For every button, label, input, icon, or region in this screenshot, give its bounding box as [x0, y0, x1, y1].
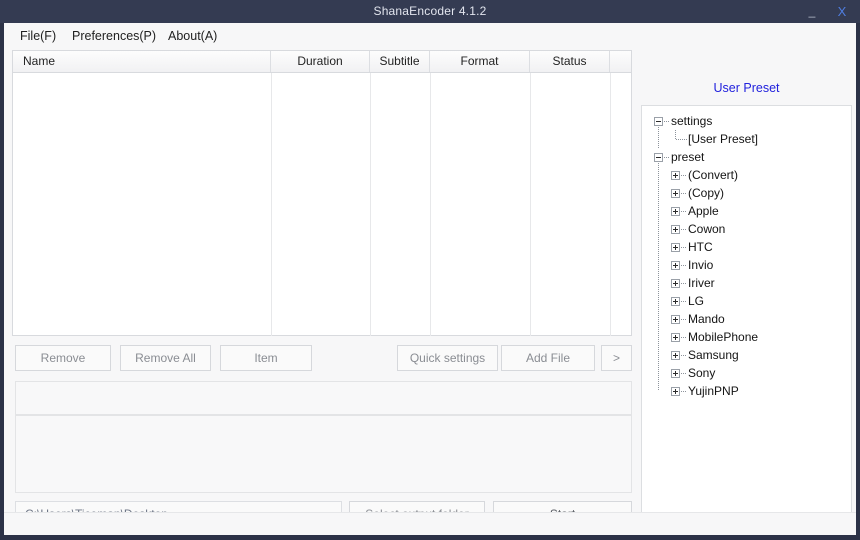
tree-connector-icon: [681, 175, 687, 176]
expand-icon-apple[interactable]: [671, 207, 680, 216]
tree-item-cowon[interactable]: Cowon: [642, 220, 851, 238]
tree-item-iriver[interactable]: Iriver: [642, 274, 851, 292]
expand-icon-samsung[interactable]: [671, 351, 680, 360]
expand-icon-mando[interactable]: [671, 315, 680, 324]
tree-connector-icon: [681, 283, 687, 284]
tree-item-user-preset[interactable]: [User Preset]: [642, 130, 851, 148]
tree-label-sony: Sony: [688, 366, 716, 380]
tree-item-mobilephone[interactable]: MobilePhone: [642, 328, 851, 346]
column-divider-subtitle: [430, 73, 431, 336]
tree-label-mando: Mando: [688, 312, 725, 326]
tree-item-apple[interactable]: Apple: [642, 202, 851, 220]
tree-label-mobilephone: MobilePhone: [688, 330, 759, 344]
tree-connector-icon: [681, 229, 687, 230]
tree-item-copy[interactable]: (Copy): [642, 184, 851, 202]
column-header-duration[interactable]: Duration: [271, 51, 370, 72]
info-panel-bottom: [15, 415, 632, 493]
tree-connector-icon: [681, 373, 687, 374]
tree-connector-icon: [681, 391, 687, 392]
tree-label-invio: Invio: [688, 258, 714, 272]
tree-item-yujinpnp[interactable]: YujinPNP: [642, 382, 851, 400]
tree-connector-icon: [681, 319, 687, 320]
tree-item-invio[interactable]: Invio: [642, 256, 851, 274]
expand-icon-lg[interactable]: [671, 297, 680, 306]
expand-icon-invio[interactable]: [671, 261, 680, 270]
tree-label-settings: settings: [671, 114, 713, 128]
tree-label-iriver: Iriver: [688, 276, 715, 290]
column-divider-status: [610, 73, 611, 336]
menu-item-file[interactable]: File(F): [16, 27, 60, 45]
user-preset-title: User Preset: [713, 81, 780, 95]
menu-item-about[interactable]: About(A): [164, 27, 221, 45]
tree-connector-icon: [681, 337, 687, 338]
tree-label-preset: preset: [671, 150, 705, 164]
file-list-header: Name Duration Subtitle Format Status: [13, 51, 631, 73]
tree-item-mando[interactable]: Mando: [642, 310, 851, 328]
minimize-button[interactable]: _: [802, 0, 822, 23]
column-header-name[interactable]: Name: [13, 51, 271, 72]
tree-connector-icon: [664, 157, 670, 158]
column-header-status[interactable]: Status: [530, 51, 610, 72]
tree-item-preset[interactable]: preset: [642, 148, 851, 166]
status-bar: [4, 512, 856, 535]
expand-icon-cowon[interactable]: [671, 225, 680, 234]
column-divider-duration: [370, 73, 371, 336]
window-title: ShanaEncoder 4.1.2: [373, 4, 487, 18]
add-file-button[interactable]: Add File: [501, 345, 595, 371]
tree-label-yujinpnp: YujinPNP: [688, 384, 739, 398]
tree-label-user-preset: [User Preset]: [688, 132, 759, 146]
more-options-button[interactable]: >: [601, 345, 632, 371]
column-divider-name: [271, 73, 272, 336]
column-header-subtitle[interactable]: Subtitle: [370, 51, 430, 72]
tree-connector-icon: [681, 247, 687, 248]
expand-icon-mobilephone[interactable]: [671, 333, 680, 342]
close-button[interactable]: X: [832, 0, 852, 23]
expand-icon-iriver[interactable]: [671, 279, 680, 288]
tree-label-lg: LG: [688, 294, 705, 308]
expand-icon-sony[interactable]: [671, 369, 680, 378]
column-header-extra[interactable]: [610, 51, 631, 72]
tree-label-cowon: Cowon: [688, 222, 726, 236]
tree-label-convert: (Convert): [688, 168, 739, 182]
collapse-icon-preset[interactable]: [654, 153, 663, 162]
collapse-icon-settings[interactable]: [654, 117, 663, 126]
file-list[interactable]: Name Duration Subtitle Format Status: [12, 50, 632, 336]
menu-bar: File(F) Preferences(P) About(A): [4, 23, 856, 47]
tree-connector-icon: [681, 211, 687, 212]
expand-icon-convert[interactable]: [671, 171, 680, 180]
expand-icon-yujinpnp[interactable]: [671, 387, 680, 396]
tree-item-samsung[interactable]: Samsung: [642, 346, 851, 364]
tree-connector-icon: [676, 139, 687, 140]
expand-icon-copy[interactable]: [671, 189, 680, 198]
tree-item-htc[interactable]: HTC: [642, 238, 851, 256]
application-window: ShanaEncoder 4.1.2 _ X File(F) Preferenc…: [0, 0, 860, 540]
tree-label-htc: HTC: [688, 240, 713, 254]
tree-connector-icon: [681, 265, 687, 266]
tree-item-sony[interactable]: Sony: [642, 364, 851, 382]
menu-item-preferences[interactable]: Preferences(P): [68, 27, 160, 45]
column-header-format[interactable]: Format: [430, 51, 530, 72]
tree-label-samsung: Samsung: [688, 348, 739, 362]
title-bar[interactable]: ShanaEncoder 4.1.2 _ X: [0, 0, 860, 23]
tree-connector-icon: [681, 301, 687, 302]
tree-label-copy: (Copy): [688, 186, 725, 200]
remove-button[interactable]: Remove: [15, 345, 111, 371]
tree-connector-icon: [664, 121, 670, 122]
tree-item-convert[interactable]: (Convert): [642, 166, 851, 184]
column-divider-format: [530, 73, 531, 336]
item-button[interactable]: Item: [220, 345, 312, 371]
info-panel-top: [15, 381, 632, 415]
remove-all-button[interactable]: Remove All: [120, 345, 211, 371]
expand-icon-htc[interactable]: [671, 243, 680, 252]
tree-connector-icon: [681, 193, 687, 194]
quick-settings-button[interactable]: Quick settings: [397, 345, 498, 371]
client-area: File(F) Preferences(P) About(A) Name Dur…: [4, 23, 856, 535]
tree-connector-icon: [681, 355, 687, 356]
tree-item-settings[interactable]: settings: [642, 112, 851, 130]
tree-item-lg[interactable]: LG: [642, 292, 851, 310]
tree-label-apple: Apple: [688, 204, 719, 218]
preset-tree[interactable]: settings [User Preset] preset (Convert): [641, 105, 852, 523]
